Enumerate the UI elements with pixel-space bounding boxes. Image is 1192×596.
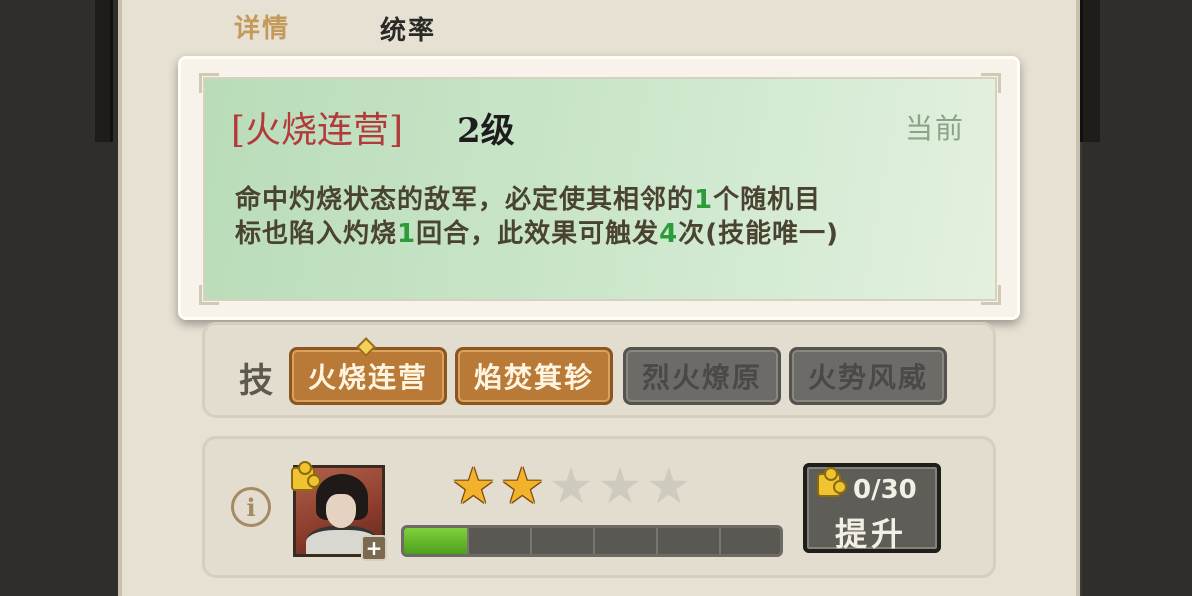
skill-tooltip: [火烧连营] 2级 当前 命中灼烧状态的敌军，必定使其相邻的1个随机目 标也陷入…: [178, 56, 1020, 320]
progress-divider: [467, 528, 469, 554]
desc-text: 标也陷入灼烧: [235, 219, 398, 249]
desc-text: 回合，此效果可触发: [416, 219, 660, 249]
star-empty-icon: ★: [646, 457, 692, 515]
desc-text: 命中灼烧状态的敌军，必定使其相邻的: [235, 185, 695, 215]
skill-name: [火烧连营]: [231, 110, 404, 151]
corner-ornament: [199, 73, 219, 93]
desc-text: 个随机目: [713, 185, 822, 215]
star-empty-icon: ★: [597, 457, 643, 515]
corner-ornament: [199, 285, 219, 305]
progress-divider: [656, 528, 658, 554]
desc-line-1: 命中灼烧状态的敌军，必定使其相邻的1个随机目: [235, 183, 975, 217]
desc-number: 1: [694, 185, 714, 215]
upgrade-button[interactable]: 0/30 提升: [803, 463, 941, 553]
progress-divider: [530, 528, 532, 554]
info-icon[interactable]: i: [231, 487, 271, 527]
star-empty-icon: ★: [548, 457, 594, 515]
puzzle-piece-icon: [291, 461, 321, 491]
fragment-count: 0/30: [853, 475, 917, 505]
frame-strip-left: [95, 0, 113, 142]
upgrade-label: 提升: [835, 515, 908, 553]
frame-strip-right: [1080, 0, 1100, 142]
skill-row-label: 技: [239, 361, 273, 401]
hero-card-row: i + ★ ★ ★ ★ ★ 0/30 提升: [202, 436, 996, 578]
current-level-label: 当前: [904, 112, 965, 145]
star-filled-icon: ★: [451, 457, 496, 515]
progress-divider: [719, 528, 721, 554]
skill-description: 命中灼烧状态的敌军，必定使其相邻的1个随机目 标也陷入灼烧1回合，此效果可触发4…: [235, 183, 975, 251]
progress-fill: [404, 528, 468, 554]
puzzle-piece-icon: [817, 467, 847, 497]
desc-line-2: 标也陷入灼烧1回合，此效果可触发4次(技能唯一): [235, 217, 975, 251]
progress-divider: [593, 528, 595, 554]
portrait-face: [326, 494, 356, 528]
corner-ornament: [981, 285, 1001, 305]
skill-level: 2级: [457, 111, 515, 151]
skill-button-4[interactable]: 火势风威: [789, 347, 947, 405]
skill-button-3[interactable]: 烈火燎原: [623, 347, 781, 405]
stat-command-label: 统率: [380, 16, 437, 46]
star-filled-icon: ★: [499, 457, 545, 515]
skill-row: 技 火烧连营 焰焚箕轸 烈火燎原 火势风威: [202, 322, 996, 418]
skill-button-1[interactable]: 火烧连营: [289, 347, 447, 405]
star-progress-bar: [401, 525, 783, 557]
desc-text: 次(技能唯一): [678, 219, 839, 249]
skill-button-2[interactable]: 焰焚箕轸: [455, 347, 613, 405]
add-hero-plus-icon[interactable]: +: [361, 535, 387, 561]
corner-ornament: [981, 73, 1001, 93]
desc-number: 1: [397, 219, 417, 249]
star-rating: ★ ★ ★ ★ ★: [451, 459, 691, 513]
tab-details[interactable]: 详情: [234, 8, 290, 45]
skill-tooltip-content: [火烧连营] 2级 当前 命中灼烧状态的敌军，必定使其相邻的1个随机目 标也陷入…: [199, 73, 1001, 305]
desc-number: 4: [659, 219, 679, 249]
